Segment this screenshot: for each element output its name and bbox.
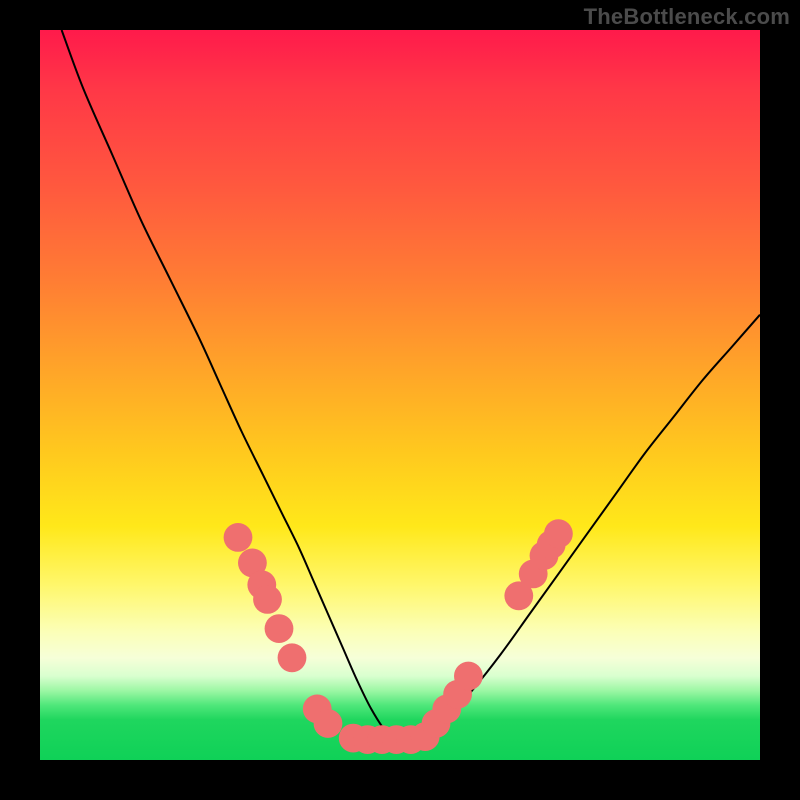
bottleneck-curve	[62, 30, 760, 741]
highlight-point	[544, 519, 573, 548]
curve-layer	[40, 30, 760, 760]
plot-area	[40, 30, 760, 760]
watermark-text: TheBottleneck.com	[584, 4, 790, 30]
chart-frame: TheBottleneck.com	[0, 0, 800, 800]
highlight-point	[314, 709, 343, 738]
highlight-point	[224, 523, 253, 552]
highlight-point	[265, 614, 294, 643]
highlight-point	[253, 585, 282, 614]
highlight-points	[224, 519, 573, 754]
highlight-point	[454, 662, 483, 691]
highlight-point	[278, 643, 307, 672]
